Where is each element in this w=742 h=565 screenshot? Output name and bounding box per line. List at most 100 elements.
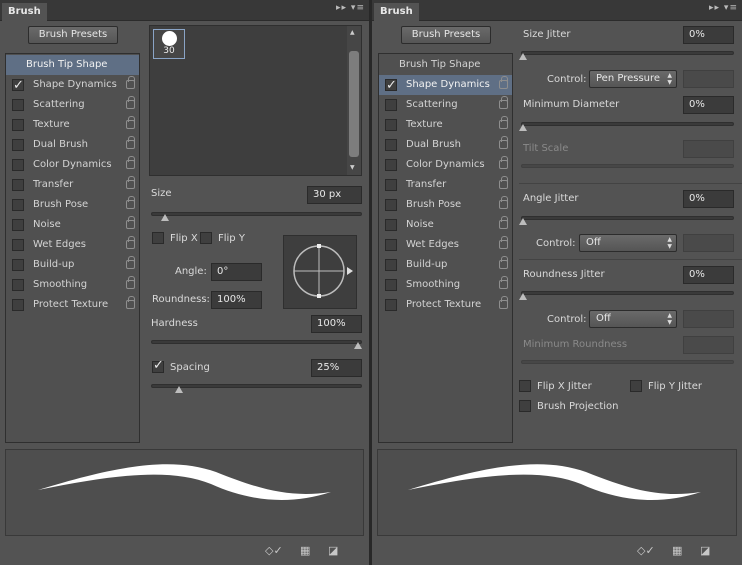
scroll-down-icon[interactable]: ▼	[350, 164, 355, 171]
lock-icon[interactable]	[126, 276, 135, 289]
flip-x-jitter-checkbox[interactable]	[519, 380, 531, 392]
sidebar-item-scattering[interactable]: Scattering	[379, 95, 512, 115]
item-checkbox[interactable]	[12, 239, 24, 251]
brush-tip-shape-item[interactable]: Brush Tip Shape	[6, 55, 139, 75]
hardness-slider[interactable]	[151, 340, 362, 349]
lock-icon[interactable]	[499, 236, 508, 249]
angle-roundness-widget[interactable]	[283, 235, 357, 309]
scroll-thumb[interactable]	[349, 51, 359, 157]
sidebar-item-texture[interactable]: Texture	[379, 115, 512, 135]
size-input[interactable]: 30 px	[307, 186, 362, 204]
sidebar-item-smoothing[interactable]: Smoothing	[6, 275, 139, 295]
item-checkbox[interactable]	[12, 219, 24, 231]
lock-icon[interactable]	[499, 296, 508, 309]
spacing-input[interactable]: 25%	[311, 359, 362, 377]
lock-icon[interactable]	[499, 136, 508, 149]
spacing-slider-thumb[interactable]	[175, 386, 183, 393]
panel-menu-icon[interactable]: ▸▸ ▾≡	[709, 3, 738, 13]
lock-icon[interactable]	[499, 176, 508, 189]
brush-projection-checkbox[interactable]	[519, 400, 531, 412]
tip-scrollbar[interactable]: ▲ ▼	[347, 26, 361, 175]
item-checkbox[interactable]: ✓	[385, 78, 397, 93]
sidebar-item-color-dynamics[interactable]: Color Dynamics	[6, 155, 139, 175]
lock-icon[interactable]	[499, 216, 508, 229]
brush-tip-shape-item[interactable]: Brush Tip Shape	[379, 55, 512, 75]
item-checkbox[interactable]	[385, 299, 397, 311]
lock-icon[interactable]	[499, 76, 508, 89]
roundness-input[interactable]: 100%	[211, 291, 262, 309]
brush-presets-button[interactable]: Brush Presets	[28, 26, 118, 44]
item-checkbox[interactable]	[385, 159, 397, 171]
lock-icon[interactable]	[126, 176, 135, 189]
lock-icon[interactable]	[126, 156, 135, 169]
tab-brush[interactable]: Brush	[374, 3, 419, 21]
lock-icon[interactable]	[126, 76, 135, 89]
item-checkbox[interactable]	[385, 259, 397, 271]
item-checkbox[interactable]	[12, 139, 24, 151]
hardness-slider-thumb[interactable]	[354, 342, 362, 349]
roundness-jitter-slider[interactable]	[519, 291, 734, 300]
item-checkbox[interactable]	[385, 279, 397, 291]
lock-icon[interactable]	[126, 296, 135, 309]
sidebar-item-smoothing[interactable]: Smoothing	[379, 275, 512, 295]
min-diameter-slider[interactable]	[519, 122, 734, 131]
min-diameter-input[interactable]: 0%	[683, 96, 734, 114]
sidebar-item-build-up[interactable]: Build-up	[6, 255, 139, 275]
size-control-select[interactable]: Pen Pressure ▲ ▼	[589, 70, 677, 88]
lock-icon[interactable]	[126, 236, 135, 249]
item-checkbox[interactable]	[12, 159, 24, 171]
item-checkbox[interactable]	[385, 199, 397, 211]
lock-icon[interactable]	[126, 96, 135, 109]
sidebar-item-noise[interactable]: Noise	[6, 215, 139, 235]
size-jitter-input[interactable]: 0%	[683, 26, 734, 44]
sidebar-item-wet-edges[interactable]: Wet Edges	[6, 235, 139, 255]
sidebar-item-brush-pose[interactable]: Brush Pose	[379, 195, 512, 215]
lock-icon[interactable]	[499, 276, 508, 289]
sidebar-item-color-dynamics[interactable]: Color Dynamics	[379, 155, 512, 175]
size-jitter-slider[interactable]	[519, 51, 734, 60]
lock-icon[interactable]	[126, 196, 135, 209]
item-checkbox[interactable]	[385, 99, 397, 111]
item-checkbox[interactable]	[12, 299, 24, 311]
item-checkbox[interactable]	[12, 259, 24, 271]
hardness-input[interactable]: 100%	[311, 315, 362, 333]
brush-presets-button[interactable]: Brush Presets	[401, 26, 491, 44]
sidebar-item-shape-dynamics[interactable]: ✓ Shape Dynamics	[6, 75, 139, 95]
create-new-brush-icon[interactable]: ◪	[700, 544, 710, 557]
flip-x-checkbox[interactable]	[152, 232, 164, 244]
sidebar-item-build-up[interactable]: Build-up	[379, 255, 512, 275]
sidebar-item-texture[interactable]: Texture	[6, 115, 139, 135]
lock-icon[interactable]	[126, 136, 135, 149]
lock-icon[interactable]	[499, 156, 508, 169]
angle-jitter-input[interactable]: 0%	[683, 190, 734, 208]
brush-tip-thumbnail[interactable]: 30	[153, 29, 185, 59]
item-checkbox[interactable]	[12, 119, 24, 131]
angle-jitter-slider[interactable]	[519, 216, 734, 225]
min-diameter-slider-thumb[interactable]	[519, 124, 527, 131]
size-slider[interactable]	[151, 212, 362, 221]
open-preset-manager-icon[interactable]: ▦	[300, 544, 310, 557]
toggle-bristle-preview-icon[interactable]: ◇✓	[265, 544, 283, 557]
angle-input[interactable]: 0°	[211, 263, 262, 281]
angle-control-select[interactable]: Off ▲ ▼	[579, 234, 677, 252]
angle-jitter-slider-thumb[interactable]	[519, 218, 527, 225]
flip-y-checkbox[interactable]	[200, 232, 212, 244]
open-preset-manager-icon[interactable]: ▦	[672, 544, 682, 557]
sidebar-item-wet-edges[interactable]: Wet Edges	[379, 235, 512, 255]
lock-icon[interactable]	[499, 256, 508, 269]
lock-icon[interactable]	[126, 256, 135, 269]
roundness-jitter-slider-thumb[interactable]	[519, 293, 527, 300]
scroll-up-icon[interactable]: ▲	[350, 29, 355, 36]
sidebar-item-dual-brush[interactable]: Dual Brush	[6, 135, 139, 155]
item-checkbox[interactable]: ✓	[12, 78, 24, 93]
sidebar-item-shape-dynamics[interactable]: ✓ Shape Dynamics	[379, 75, 512, 95]
sidebar-item-brush-pose[interactable]: Brush Pose	[6, 195, 139, 215]
lock-icon[interactable]	[499, 116, 508, 129]
item-checkbox[interactable]	[12, 199, 24, 211]
toggle-bristle-preview-icon[interactable]: ◇✓	[637, 544, 655, 557]
panel-menu-icon[interactable]: ▸▸ ▾≡	[336, 3, 365, 13]
spacing-slider[interactable]	[151, 384, 362, 393]
sidebar-item-transfer[interactable]: Transfer	[6, 175, 139, 195]
lock-icon[interactable]	[126, 216, 135, 229]
sidebar-item-protect-texture[interactable]: Protect Texture	[6, 295, 139, 315]
